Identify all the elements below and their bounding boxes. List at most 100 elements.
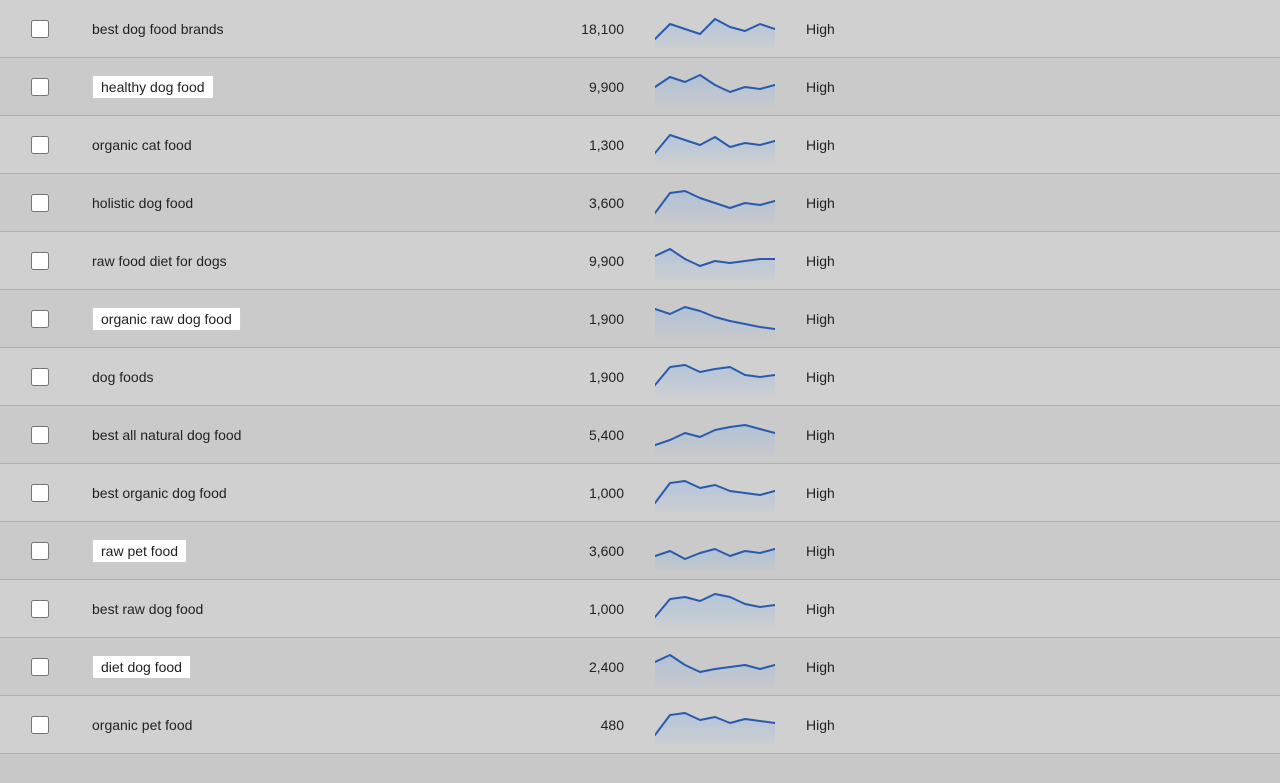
table-row: diet dog food 2,400 High [0, 638, 1280, 696]
checkbox-cell [0, 310, 80, 328]
volume-cell: 1,000 [460, 485, 640, 501]
keyword-cell: organic pet food [80, 709, 460, 741]
sparkline-chart [655, 125, 775, 165]
keyword-cell: diet dog food [80, 647, 460, 687]
table-row: best organic dog food1,000 High [0, 464, 1280, 522]
sparkline-chart [655, 647, 775, 687]
table-row: best dog food brands18,100 High [0, 0, 1280, 58]
trend-cell [640, 241, 790, 281]
checkbox-cell [0, 136, 80, 154]
checkbox-cell [0, 658, 80, 676]
sparkline-chart [655, 415, 775, 455]
keyword-cell: healthy dog food [80, 67, 460, 107]
row-checkbox[interactable] [31, 252, 49, 270]
competition-cell: High [790, 21, 1080, 37]
checkbox-cell [0, 716, 80, 734]
volume-cell: 3,600 [460, 195, 640, 211]
keyword-table: best dog food brands18,100 High healthy do… [0, 0, 1280, 754]
checkbox-cell [0, 600, 80, 618]
volume-cell: 5,400 [460, 427, 640, 443]
sparkline-chart [655, 357, 775, 397]
keyword-cell: raw food diet for dogs [80, 245, 460, 277]
volume-cell: 3,600 [460, 543, 640, 559]
competition-cell: High [790, 659, 1080, 675]
checkbox-cell [0, 426, 80, 444]
row-checkbox[interactable] [31, 716, 49, 734]
volume-cell: 1,900 [460, 369, 640, 385]
volume-cell: 9,900 [460, 253, 640, 269]
table-row: organic pet food480 High [0, 696, 1280, 754]
keyword-badge: raw pet food [92, 539, 187, 563]
competition-cell: High [790, 601, 1080, 617]
keyword-cell: best raw dog food [80, 593, 460, 625]
trend-cell [640, 9, 790, 49]
volume-cell: 1,300 [460, 137, 640, 153]
keyword-cell: holistic dog food [80, 187, 460, 219]
table-row: best all natural dog food5,400 High [0, 406, 1280, 464]
competition-cell: High [790, 543, 1080, 559]
sparkline-chart [655, 67, 775, 107]
volume-cell: 18,100 [460, 21, 640, 37]
keyword-badge: organic raw dog food [92, 307, 241, 331]
trend-cell [640, 357, 790, 397]
row-checkbox[interactable] [31, 542, 49, 560]
sparkline-chart [655, 531, 775, 571]
trend-cell [640, 647, 790, 687]
competition-cell: High [790, 485, 1080, 501]
competition-cell: High [790, 253, 1080, 269]
trend-cell [640, 473, 790, 513]
trend-cell [640, 125, 790, 165]
trend-cell [640, 705, 790, 745]
competition-cell: High [790, 137, 1080, 153]
table-row: organic raw dog food 1,900 High [0, 290, 1280, 348]
row-checkbox[interactable] [31, 310, 49, 328]
checkbox-cell [0, 20, 80, 38]
sparkline-chart [655, 241, 775, 281]
trend-cell [640, 183, 790, 223]
volume-cell: 1,000 [460, 601, 640, 617]
competition-cell: High [790, 195, 1080, 211]
competition-cell: High [790, 427, 1080, 443]
row-checkbox[interactable] [31, 368, 49, 386]
competition-cell: High [790, 717, 1080, 733]
trend-cell [640, 67, 790, 107]
sparkline-chart [655, 705, 775, 745]
table-row: raw pet food 3,600 High [0, 522, 1280, 580]
keyword-cell: raw pet food [80, 531, 460, 571]
competition-cell: High [790, 369, 1080, 385]
checkbox-cell [0, 194, 80, 212]
sparkline-chart [655, 183, 775, 223]
keyword-cell: dog foods [80, 361, 460, 393]
table-row: best raw dog food1,000 High [0, 580, 1280, 638]
row-checkbox[interactable] [31, 136, 49, 154]
trend-cell [640, 299, 790, 339]
row-checkbox[interactable] [31, 194, 49, 212]
sparkline-chart [655, 9, 775, 49]
row-checkbox[interactable] [31, 484, 49, 502]
keyword-cell: best organic dog food [80, 477, 460, 509]
sparkline-chart [655, 299, 775, 339]
sparkline-chart [655, 589, 775, 629]
keyword-cell: organic cat food [80, 129, 460, 161]
table-row: holistic dog food3,600 High [0, 174, 1280, 232]
trend-cell [640, 589, 790, 629]
checkbox-cell [0, 252, 80, 270]
competition-cell: High [790, 311, 1080, 327]
volume-cell: 480 [460, 717, 640, 733]
volume-cell: 2,400 [460, 659, 640, 675]
keyword-cell: organic raw dog food [80, 299, 460, 339]
checkbox-cell [0, 368, 80, 386]
row-checkbox[interactable] [31, 426, 49, 444]
competition-cell: High [790, 79, 1080, 95]
row-checkbox[interactable] [31, 658, 49, 676]
keyword-badge: healthy dog food [92, 75, 214, 99]
sparkline-chart [655, 473, 775, 513]
row-checkbox[interactable] [31, 20, 49, 38]
keyword-badge: diet dog food [92, 655, 191, 679]
row-checkbox[interactable] [31, 600, 49, 618]
volume-cell: 1,900 [460, 311, 640, 327]
checkbox-cell [0, 78, 80, 96]
keyword-cell: best dog food brands [80, 13, 460, 45]
keyword-cell: best all natural dog food [80, 419, 460, 451]
row-checkbox[interactable] [31, 78, 49, 96]
